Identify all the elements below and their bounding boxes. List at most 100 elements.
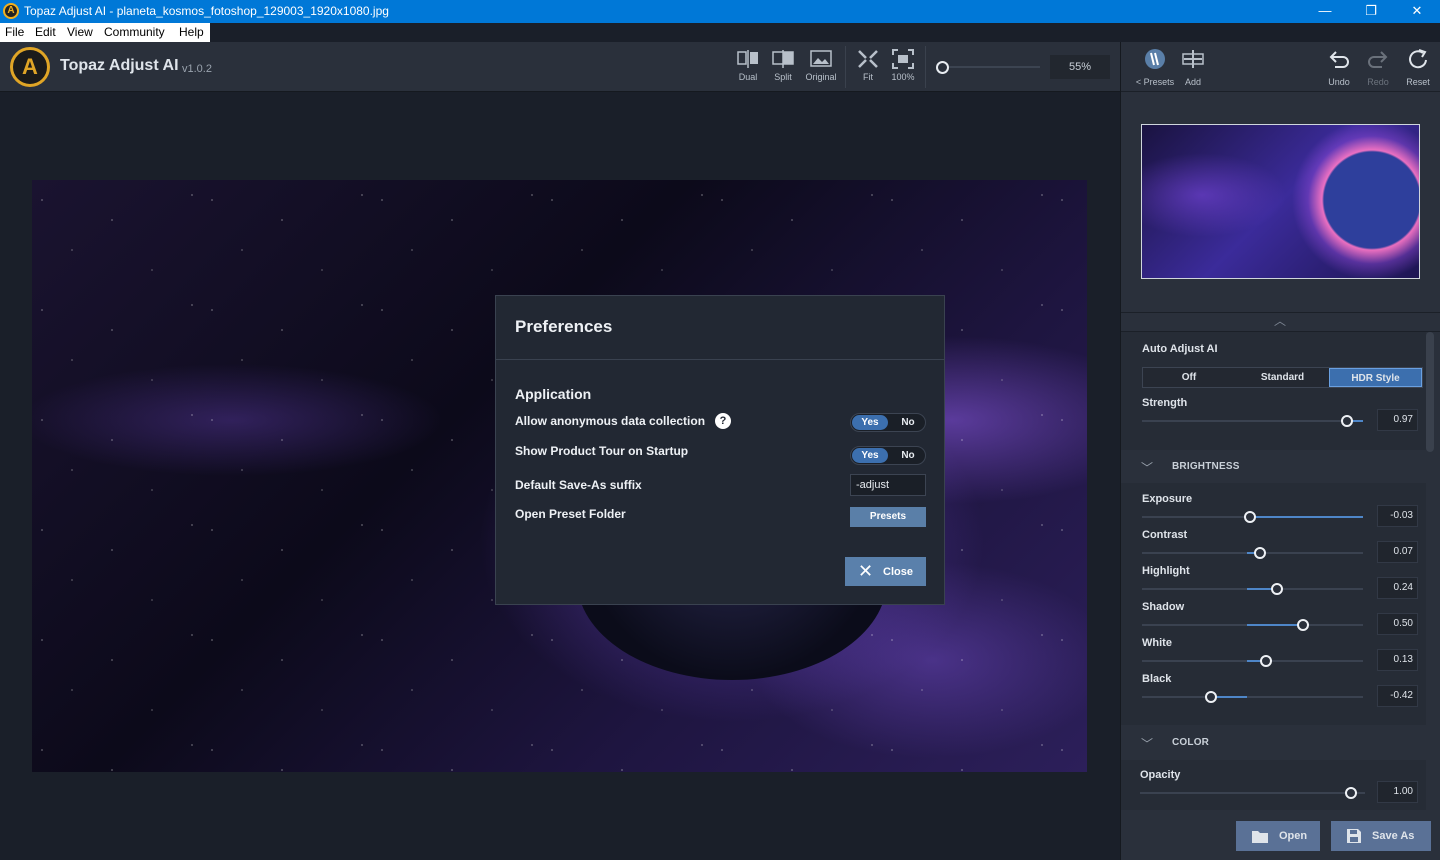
zoom-value[interactable]: 55% bbox=[1050, 55, 1110, 79]
actual-size-button[interactable]: 100% bbox=[885, 48, 921, 82]
black-value[interactable]: -0.42 bbox=[1377, 685, 1418, 707]
open-presets-folder-button[interactable]: Presets bbox=[850, 507, 926, 527]
panel-divider bbox=[1121, 91, 1440, 92]
exposure-handle[interactable] bbox=[1244, 511, 1256, 523]
app-name: Topaz Adjust AI bbox=[60, 57, 179, 74]
shadow-label: Shadow bbox=[1142, 601, 1185, 613]
presets-icon bbox=[1145, 49, 1165, 69]
contrast-value[interactable]: 0.07 bbox=[1377, 541, 1418, 563]
save-suffix-input[interactable]: -adjust bbox=[850, 474, 926, 496]
zoom-slider-track[interactable] bbox=[940, 66, 1040, 68]
add-preset-button[interactable]: Add bbox=[1173, 48, 1213, 87]
opacity-value[interactable]: 1.00 bbox=[1377, 781, 1418, 803]
adjust-panel: < Presets Add Undo Redo Reset ︿ Auto Adj… bbox=[1120, 42, 1440, 860]
data-collection-yes[interactable]: Yes bbox=[852, 415, 888, 430]
split-view-label: Split bbox=[774, 72, 792, 82]
data-collection-label: Allow anonymous data collection bbox=[515, 414, 706, 428]
menu-community[interactable]: Community bbox=[104, 25, 165, 39]
fit-button[interactable]: Fit bbox=[850, 48, 886, 82]
folder-icon bbox=[1252, 831, 1268, 843]
mode-standard[interactable]: Standard bbox=[1236, 368, 1329, 387]
undo-button[interactable]: Undo bbox=[1319, 48, 1359, 87]
mode-off[interactable]: Off bbox=[1143, 368, 1235, 387]
fit-label: Fit bbox=[863, 72, 873, 82]
product-tour-yes[interactable]: Yes bbox=[852, 448, 888, 463]
presets-label: < Presets bbox=[1135, 77, 1175, 87]
save-as-label: Save As bbox=[1372, 830, 1415, 842]
actual-size-icon bbox=[892, 49, 914, 69]
app-version: v1.0.2 bbox=[182, 63, 212, 75]
shadow-value[interactable]: 0.50 bbox=[1377, 613, 1418, 635]
close-icon: ✕ bbox=[858, 561, 874, 581]
actual-size-label: 100% bbox=[891, 72, 915, 82]
white-value[interactable]: 0.13 bbox=[1377, 649, 1418, 671]
image-icon bbox=[810, 50, 832, 67]
collapse-chevron-up-icon[interactable]: ︿ bbox=[1274, 312, 1286, 329]
strength-label: Strength bbox=[1142, 397, 1188, 409]
mode-hdr-style[interactable]: HDR Style bbox=[1329, 368, 1422, 387]
highlight-value[interactable]: 0.24 bbox=[1377, 577, 1418, 599]
add-preset-label: Add bbox=[1184, 77, 1201, 87]
color-section-header[interactable]: ﹀ COLOR bbox=[1121, 726, 1426, 759]
data-collection-toggle[interactable]: Yes No bbox=[850, 413, 926, 432]
open-button[interactable]: Open bbox=[1236, 821, 1320, 851]
save-as-button[interactable]: Save As bbox=[1331, 821, 1431, 851]
reset-button[interactable]: Reset bbox=[1398, 48, 1438, 87]
save-icon bbox=[1347, 829, 1361, 843]
white-handle[interactable] bbox=[1260, 655, 1272, 667]
highlight-handle[interactable] bbox=[1271, 583, 1283, 595]
menu-file[interactable]: File bbox=[5, 25, 24, 39]
toolbar-divider bbox=[845, 46, 846, 88]
fit-icon bbox=[858, 50, 878, 68]
redo-button[interactable]: Redo bbox=[1358, 48, 1398, 87]
brightness-section-header[interactable]: ﹀ BRIGHTNESS bbox=[1121, 450, 1426, 483]
auto-adjust-mode-selector: Off Standard HDR Style bbox=[1142, 367, 1423, 388]
shadow-handle[interactable] bbox=[1297, 619, 1309, 631]
help-icon[interactable]: ? bbox=[715, 413, 731, 429]
opacity-handle[interactable] bbox=[1345, 787, 1357, 799]
product-tour-toggle[interactable]: Yes No bbox=[850, 446, 926, 465]
data-collection-no[interactable]: No bbox=[891, 415, 925, 430]
zoom-slider-handle[interactable] bbox=[936, 61, 949, 74]
original-view-button[interactable]: Original bbox=[803, 48, 839, 82]
save-suffix-label: Default Save-As suffix bbox=[515, 478, 642, 492]
opacity-track[interactable] bbox=[1140, 792, 1365, 794]
shadow-fill bbox=[1247, 624, 1303, 626]
reset-label: Reset bbox=[1406, 77, 1430, 87]
strength-track[interactable] bbox=[1142, 420, 1363, 422]
reset-icon bbox=[1409, 49, 1427, 69]
black-label: Black bbox=[1142, 673, 1172, 685]
black-handle[interactable] bbox=[1205, 691, 1217, 703]
preset-folder-label: Open Preset Folder bbox=[515, 507, 626, 521]
window-title: Topaz Adjust AI - planeta_kosmos_fotosho… bbox=[24, 4, 389, 18]
dialog-title: Preferences bbox=[515, 317, 613, 336]
application-section-title: Application bbox=[515, 386, 592, 402]
minimize-button[interactable]: — bbox=[1302, 0, 1348, 23]
panel-scrollbar[interactable] bbox=[1426, 332, 1434, 452]
preferences-dialog: Preferences Application Allow anonymous … bbox=[495, 295, 945, 605]
topaz-logo: A bbox=[10, 47, 50, 87]
chevron-down-icon: ﹀ bbox=[1141, 461, 1154, 475]
close-window-button[interactable]: ✕ bbox=[1394, 0, 1440, 23]
maximize-button[interactable]: ❐ bbox=[1348, 0, 1394, 23]
presets-button[interactable]: < Presets bbox=[1135, 48, 1175, 87]
exposure-fill bbox=[1249, 516, 1363, 518]
menu-edit[interactable]: Edit bbox=[35, 25, 56, 39]
redo-label: Redo bbox=[1367, 77, 1389, 87]
menu-view[interactable]: View bbox=[67, 25, 93, 39]
exposure-value[interactable]: -0.03 bbox=[1377, 505, 1418, 527]
strength-handle[interactable] bbox=[1341, 415, 1353, 427]
close-dialog-button[interactable]: ✕ Close bbox=[845, 557, 926, 586]
navigator-thumbnail[interactable] bbox=[1141, 124, 1420, 279]
redo-icon bbox=[1368, 51, 1388, 68]
contrast-handle[interactable] bbox=[1254, 547, 1266, 559]
dual-view-icon bbox=[737, 50, 758, 68]
opacity-label: Opacity bbox=[1140, 769, 1181, 781]
dual-view-button[interactable]: Dual bbox=[730, 48, 766, 82]
split-view-button[interactable]: Split bbox=[765, 48, 801, 82]
product-tour-label: Show Product Tour on Startup bbox=[515, 444, 689, 458]
product-tour-no[interactable]: No bbox=[891, 448, 925, 463]
black-track[interactable] bbox=[1142, 696, 1363, 698]
menu-help[interactable]: Help bbox=[179, 25, 204, 39]
strength-value[interactable]: 0.97 bbox=[1377, 409, 1418, 431]
